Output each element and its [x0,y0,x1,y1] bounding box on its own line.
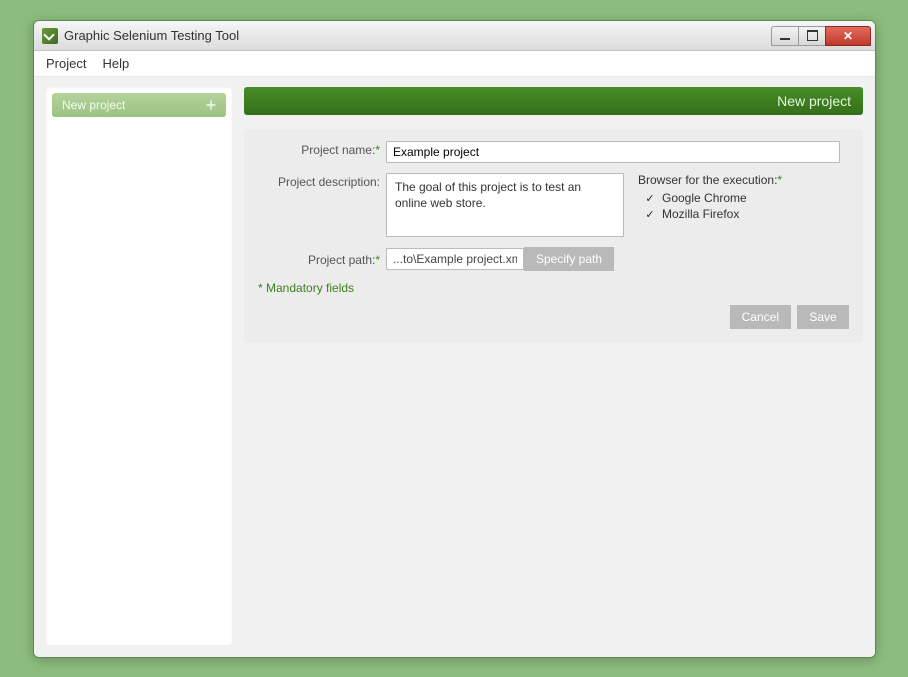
check-icon: ✓ [644,192,656,204]
main-panel: New project Project name:* Project descr… [244,87,863,645]
app-icon [42,28,58,44]
sidebar-new-project[interactable]: New project + [52,93,226,117]
browser-firefox-row[interactable]: ✓ Mozilla Firefox [644,207,782,221]
minimize-button[interactable] [771,26,799,46]
asterisk: * [375,143,380,157]
browser-chrome-row[interactable]: ✓ Google Chrome [644,191,782,205]
label-project-name-text: Project name: [301,143,375,157]
form-area: Project name:* Project description: The … [244,129,863,343]
window-controls [772,26,871,46]
panel-header-title: New project [777,93,851,109]
plus-icon: + [202,96,220,114]
sidebar: New project + [46,87,232,645]
cancel-button[interactable]: Cancel [730,305,791,329]
maximize-button[interactable] [798,26,826,46]
browser-chrome-label: Google Chrome [662,191,747,205]
label-project-path-text: Project path: [308,253,375,267]
asterisk: * [777,173,782,187]
specify-path-button[interactable]: Specify path [524,247,614,271]
menu-help[interactable]: Help [102,56,129,71]
content-area: New project + New project Project name:*… [34,77,875,657]
window-title: Graphic Selenium Testing Tool [64,28,772,43]
titlebar: Graphic Selenium Testing Tool [34,21,875,51]
row-project-description: Project description: The goal of this pr… [258,173,849,237]
sidebar-new-project-label: New project [62,98,125,112]
browser-firefox-label: Mozilla Firefox [662,207,739,221]
mandatory-note: * Mandatory fields [258,281,849,295]
label-project-path: Project path:* [258,251,386,267]
panel-header: New project [244,87,863,115]
app-window: Graphic Selenium Testing Tool Project He… [33,20,876,658]
action-row: Cancel Save [258,305,849,329]
browser-box: Browser for the execution:* ✓ Google Chr… [638,173,782,223]
save-button[interactable]: Save [797,305,849,329]
check-icon: ✓ [644,208,656,220]
project-path-input[interactable] [386,248,524,270]
close-button[interactable] [825,26,871,46]
project-name-input[interactable] [386,141,840,163]
row-project-name: Project name:* [258,141,849,163]
label-project-name: Project name:* [258,141,386,157]
project-description-input[interactable]: The goal of this project is to test an o… [386,173,624,237]
browser-header-text: Browser for the execution: [638,173,777,187]
asterisk: * [375,253,380,267]
browser-header: Browser for the execution:* [638,173,782,187]
menu-project[interactable]: Project [46,56,86,71]
label-project-description: Project description: [258,173,386,189]
row-project-path: Project path:* Specify path [258,247,849,271]
menubar: Project Help [34,51,875,77]
